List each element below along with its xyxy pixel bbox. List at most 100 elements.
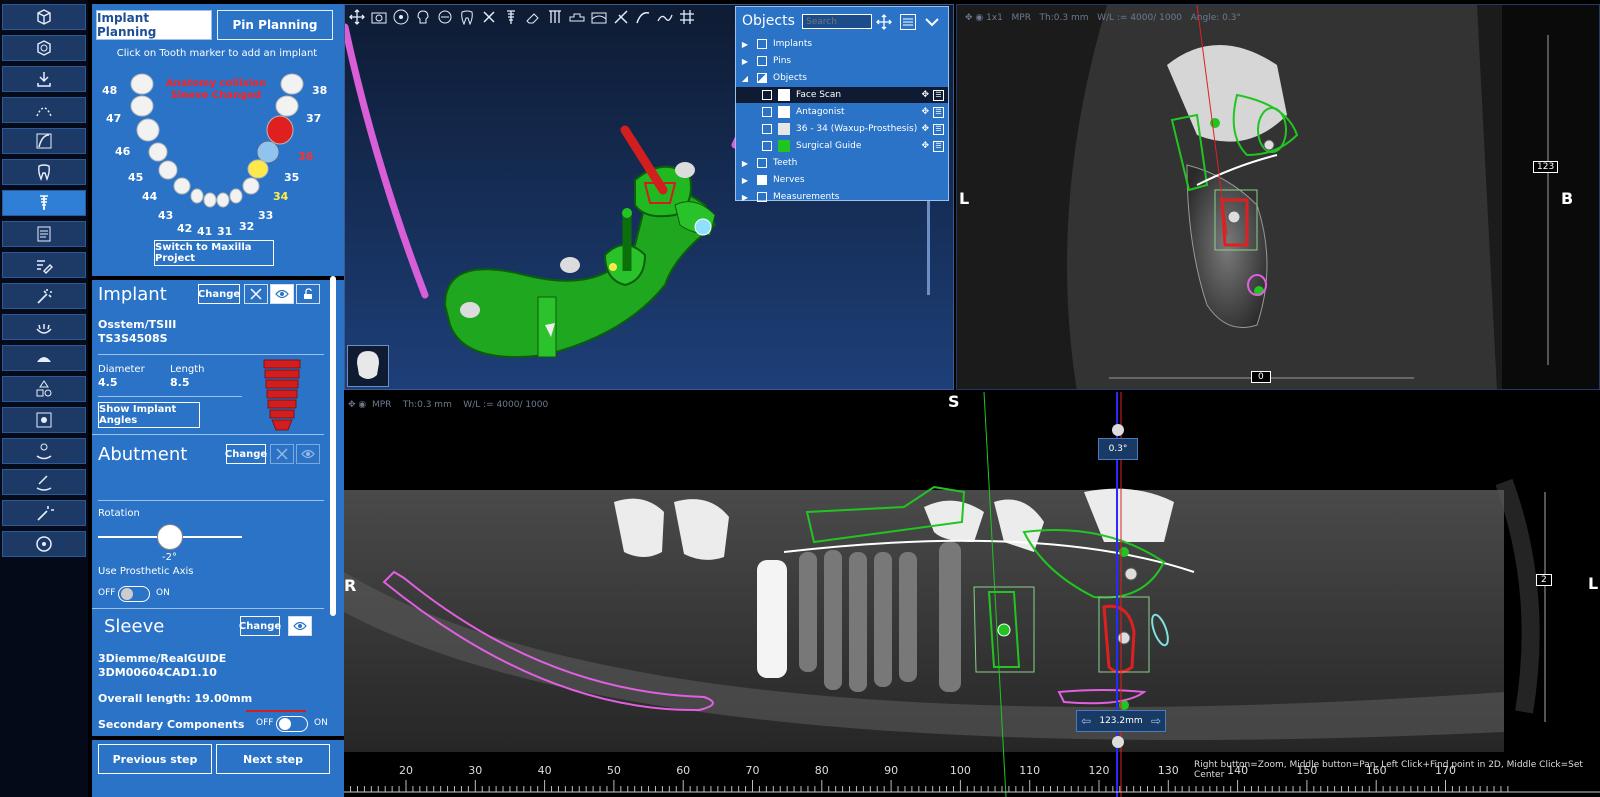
orientation-cube[interactable] — [347, 345, 389, 387]
object-row-surgical-guide[interactable]: Surgical Guide ✥ ☰ — [736, 138, 948, 154]
rotation-knob[interactable] — [157, 524, 183, 550]
panoramic-view[interactable]: 20 30 40 50 60 70 80 90 100 110 120 130 140 150 160 170… — [344, 392, 1600, 797]
panel-scrollbar[interactable] — [330, 276, 336, 616]
tool-shapes[interactable] — [2, 376, 86, 402]
object-checkbox[interactable] — [762, 107, 772, 117]
objects-collapse-icon[interactable] — [924, 15, 940, 29]
expand-arrow-icon[interactable]: ▶ — [739, 176, 751, 185]
object-checkbox[interactable] — [762, 141, 772, 151]
secondary-components-toggle[interactable] — [276, 716, 308, 732]
rotation-slider[interactable] — [98, 524, 242, 550]
tooth-33[interactable] — [242, 177, 260, 195]
tool-cube-segment[interactable] — [2, 35, 86, 61]
menu-icon[interactable]: ☰ — [933, 89, 944, 101]
pano-position-control[interactable]: ⇦ 123.2mm ⇨ — [1076, 710, 1166, 732]
cross-slice-value[interactable]: 123 — [1533, 161, 1559, 173]
object-checkbox[interactable] — [757, 39, 767, 49]
move-icon[interactable]: ✥ — [921, 90, 929, 100]
object-row-nerves[interactable]: ▶ Nerves — [736, 172, 948, 188]
next-step-button[interactable]: Next step — [216, 744, 330, 774]
menu-icon[interactable]: ☰ — [933, 106, 944, 118]
tooth-34[interactable] — [247, 159, 269, 179]
switch-maxilla-button[interactable]: Switch to Maxilla Project — [154, 240, 274, 266]
sleeve-visibility-button[interactable] — [288, 616, 312, 636]
objects-menu-icon[interactable] — [900, 14, 916, 30]
implant-visibility-button[interactable] — [270, 284, 294, 304]
move-icon[interactable]: ✥ — [921, 124, 929, 134]
tool-arch-curve[interactable] — [2, 97, 86, 123]
object-color-swatch[interactable] — [778, 140, 790, 152]
object-color-swatch[interactable] — [778, 106, 790, 118]
implant-lock-button[interactable] — [296, 284, 320, 304]
menu-icon[interactable]: ☰ — [933, 123, 944, 135]
tool-implant[interactable] — [2, 190, 86, 216]
object-color-swatch[interactable] — [778, 89, 790, 101]
tooth-42[interactable] — [190, 188, 204, 204]
previous-step-button[interactable]: Previous step — [98, 744, 212, 774]
object-row-face-scan[interactable]: Face Scan ✥ ☰ — [736, 87, 948, 103]
tooth-41[interactable] — [203, 192, 217, 208]
cross-section-view[interactable]: ✥ ◉ 1x1 MPR Th:0.3 mm W/L := 4000/ 1000 … — [956, 4, 1600, 390]
object-row-teeth[interactable]: ▶ Teeth — [736, 155, 948, 171]
tooth-46[interactable] — [136, 118, 160, 142]
tool-curve[interactable] — [2, 128, 86, 154]
object-checkbox[interactable] — [757, 192, 767, 202]
tooth-45[interactable] — [148, 142, 168, 162]
tool-teeth-settings[interactable] — [2, 438, 86, 464]
object-checkbox[interactable] — [757, 158, 767, 168]
expand-arrow-icon[interactable]: ▶ — [739, 40, 751, 49]
pano-rotate-handle[interactable] — [1112, 424, 1124, 436]
tooth-43[interactable] — [173, 177, 191, 195]
move-icon[interactable]: ✥ — [921, 141, 929, 151]
arrow-left-icon[interactable]: ⇦ — [1081, 714, 1091, 728]
sleeve-change-button[interactable]: Change — [239, 616, 281, 636]
objects-move-icon[interactable] — [876, 14, 892, 30]
object-checkbox[interactable] — [757, 175, 767, 185]
object-checkbox[interactable] — [762, 90, 772, 100]
object-row-measurements[interactable]: ▶ Measurements — [736, 189, 948, 205]
tool-edit[interactable] — [2, 252, 86, 278]
prosthetic-axis-toggle[interactable] — [118, 586, 150, 602]
tooth-32[interactable] — [229, 188, 243, 204]
abutment-delete-button[interactable] — [270, 444, 294, 464]
tool-teeth-wand[interactable] — [2, 469, 86, 495]
tool-wand[interactable] — [2, 283, 86, 309]
abutment-visibility-button[interactable] — [296, 444, 320, 464]
tooth-35[interactable] — [257, 141, 279, 163]
tool-cube[interactable] — [2, 4, 86, 30]
expand-arrow-icon[interactable]: ▶ — [739, 57, 751, 66]
collapse-arrow-icon[interactable]: ◢ — [739, 74, 751, 83]
object-row-objects[interactable]: ◢ Objects — [736, 70, 948, 86]
pano-slice-value[interactable]: 2 — [1536, 574, 1552, 586]
tooth-31[interactable] — [216, 192, 230, 208]
show-implant-angles-button[interactable]: Show Implant Angles — [98, 402, 200, 428]
expand-arrow-icon[interactable]: ▶ — [739, 193, 751, 202]
object-row-antagonist[interactable]: Antagonist ✥ ☰ — [736, 104, 948, 120]
tooth-44[interactable] — [158, 160, 178, 180]
object-row-pins[interactable]: ▶ Pins — [736, 53, 948, 69]
expand-arrow-icon[interactable]: ▶ — [739, 159, 751, 168]
tool-import[interactable] — [2, 66, 86, 92]
pano-rotate-handle-bottom[interactable] — [1112, 736, 1124, 748]
menu-icon[interactable]: ☰ — [933, 140, 944, 152]
cross-bottom-value[interactable]: 0 — [1251, 371, 1271, 383]
tab-pin-planning[interactable]: Pin Planning — [217, 10, 333, 40]
tool-report[interactable] — [2, 221, 86, 247]
arrow-right-icon[interactable]: ⇨ — [1151, 714, 1161, 728]
object-checkbox[interactable] — [762, 124, 772, 134]
tooth-36[interactable] — [266, 115, 294, 145]
tool-gum[interactable] — [2, 345, 86, 371]
tool-disc[interactable] — [2, 531, 86, 557]
object-row-implants[interactable]: ▶ Implants — [736, 36, 948, 52]
move-icon[interactable]: ✥ — [921, 107, 929, 117]
object-checkbox[interactable] — [757, 56, 767, 66]
implant-change-button[interactable]: Change — [198, 284, 240, 304]
tab-implant-planning[interactable]: Implant Planning — [96, 10, 212, 40]
tool-magic[interactable] — [2, 500, 86, 526]
object-checkbox[interactable] — [757, 73, 767, 83]
tool-teeth-scan[interactable] — [2, 314, 86, 340]
objects-search-input[interactable] — [802, 14, 872, 29]
tool-settings[interactable] — [2, 407, 86, 433]
object-row-waxup[interactable]: 36 - 34 (Waxup-Prosthesis) ✥ ☰ — [736, 121, 948, 137]
tool-tooth[interactable] — [2, 159, 86, 185]
